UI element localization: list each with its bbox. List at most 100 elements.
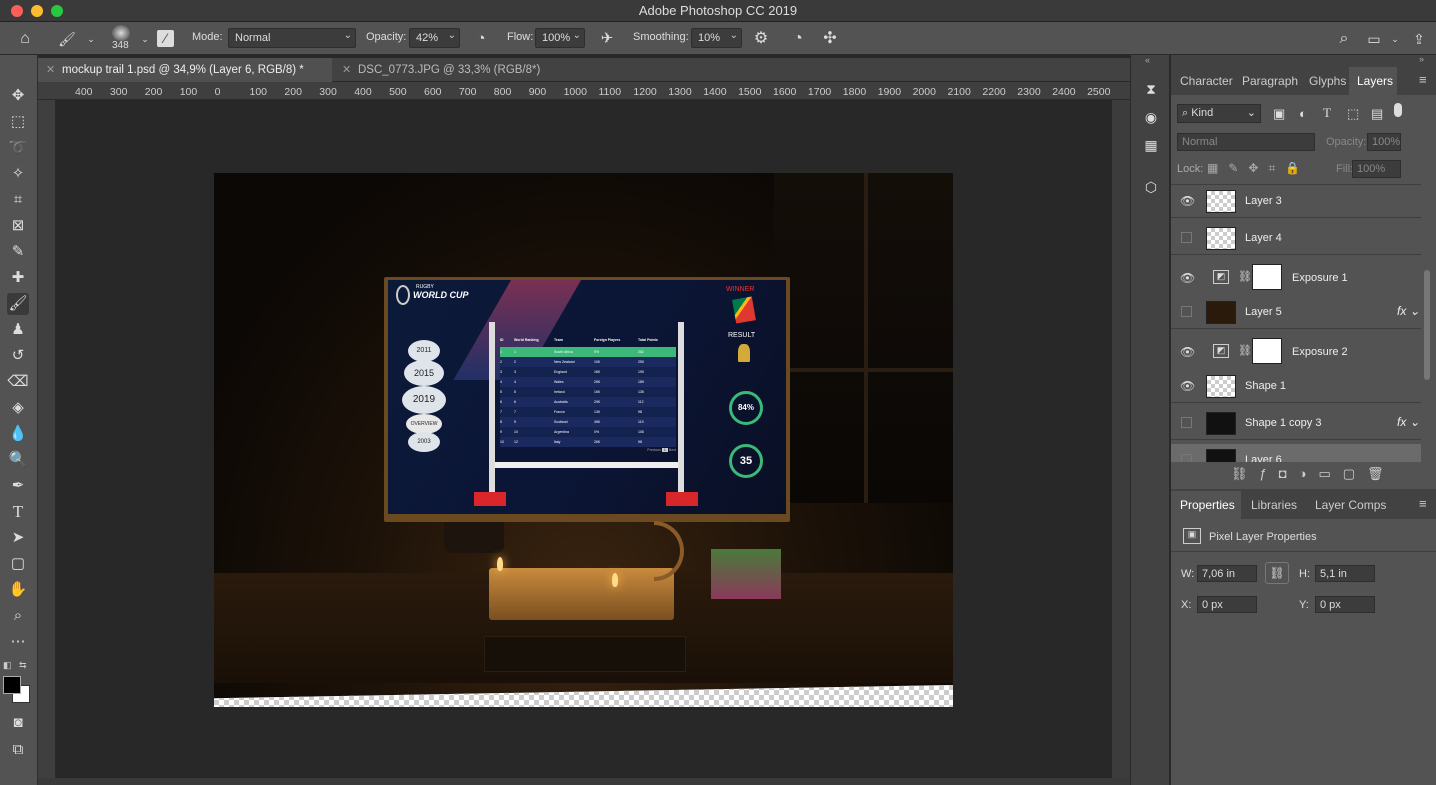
layer-thumbnail[interactable] xyxy=(1206,412,1236,435)
frame-tool-icon[interactable]: ⊠ xyxy=(7,215,29,237)
tab-mockup[interactable]: ✕ mockup trail 1.psd @ 34,9% (Layer 6, R… xyxy=(38,58,332,82)
document-canvas[interactable]: RUGBY WORLD CUP 2011 2015 2019 OVERVIEW … xyxy=(214,173,953,707)
home-icon[interactable]: ⌂ xyxy=(14,28,36,50)
type-filter-icon[interactable]: T xyxy=(1323,105,1331,121)
screen-mode-icon[interactable]: ⧉ xyxy=(7,739,29,761)
type-tool-icon[interactable]: T xyxy=(7,501,29,523)
brush-preview-icon[interactable] xyxy=(112,25,130,41)
blend-mode-select[interactable]: Normal xyxy=(1177,133,1315,151)
layer-opacity-field[interactable]: 100% xyxy=(1367,133,1401,151)
mode-select[interactable]: Normal ⌄ xyxy=(228,28,356,48)
link-icon[interactable]: ⛓ xyxy=(1238,270,1252,283)
visibility-toggle[interactable] xyxy=(1181,454,1192,462)
link-icon[interactable]: ⛓ xyxy=(1238,344,1252,357)
chevron-down-icon[interactable]: ⌄ xyxy=(1384,28,1406,50)
layer-row[interactable]: 👁 ◩ ⛓ Exposure 2 xyxy=(1171,333,1421,371)
link-dimensions-icon[interactable]: ⛓ xyxy=(1265,562,1289,584)
visibility-toggle[interactable] xyxy=(1181,232,1192,243)
lock-icons[interactable]: ▦✎✥⌗🔒 xyxy=(1207,161,1310,176)
tab-dsc[interactable]: ✕ DSC_0773.JPG @ 33,3% (RGB/8*) xyxy=(334,58,564,82)
marquee-tool-icon[interactable]: ⬚ xyxy=(7,111,29,133)
lasso-tool-icon[interactable]: ➰ xyxy=(7,137,29,159)
shape-filter-icon[interactable]: ⬚ xyxy=(1347,106,1359,122)
pressure-size-icon[interactable]: ◔ xyxy=(787,28,809,50)
panel-menu-icon[interactable]: ≡ xyxy=(1419,496,1427,511)
stamp-tool-icon[interactable]: ♟ xyxy=(7,319,29,341)
width-field[interactable]: 7,06 in xyxy=(1197,565,1257,582)
eyedropper-tool-icon[interactable]: ✎ xyxy=(7,241,29,263)
brush-tool-icon[interactable]: 🖌 xyxy=(7,293,29,315)
workspace-icon[interactable]: ▭ xyxy=(1363,28,1385,50)
layer-thumbnail[interactable] xyxy=(1206,190,1236,213)
filter-toggle[interactable] xyxy=(1394,103,1402,117)
layer-row[interactable]: Layer 4 xyxy=(1171,222,1421,255)
flow-field[interactable]: 100% ⌄ xyxy=(535,28,585,48)
swatches-icon[interactable]: ▦ xyxy=(1141,135,1161,155)
default-colors-icon[interactable]: ◧ xyxy=(3,660,12,671)
tab-character[interactable]: Character xyxy=(1180,74,1233,88)
x-field[interactable]: 0 px xyxy=(1197,596,1257,613)
zoom-tool-icon[interactable]: ⌕ xyxy=(7,605,29,627)
smoothing-field[interactable]: 10% ⌄ xyxy=(691,28,742,48)
pixel-filter-icon[interactable]: ▣ xyxy=(1273,106,1285,122)
search-icon[interactable]: ⌕ xyxy=(1333,28,1355,50)
quick-mask-icon[interactable]: ◙ xyxy=(7,712,29,734)
layer-mask-thumbnail[interactable] xyxy=(1252,338,1282,364)
y-field[interactable]: 0 px xyxy=(1315,596,1375,613)
eye-icon[interactable]: 👁 xyxy=(1180,195,1195,207)
collapse-icon[interactable]: « xyxy=(1145,55,1150,65)
layer-name[interactable]: Layer 4 xyxy=(1245,232,1282,244)
layers-scrollbar[interactable] xyxy=(1424,270,1430,380)
layer-thumbnail[interactable] xyxy=(1206,375,1236,398)
foreground-color-swatch[interactable] xyxy=(3,676,21,694)
paint-bucket-tool-icon[interactable]: ◈ xyxy=(7,397,29,419)
airbrush-icon[interactable]: ✈ xyxy=(596,28,618,50)
layer-mask-thumbnail[interactable] xyxy=(1252,264,1282,290)
layer-row[interactable]: Layer 6 xyxy=(1171,444,1421,462)
healing-brush-tool-icon[interactable]: ✚ xyxy=(7,267,29,289)
more-tools-icon[interactable]: ⋯ xyxy=(7,631,29,653)
layer-row[interactable]: 👁 Shape 1 xyxy=(1171,370,1421,403)
pressure-opacity-icon[interactable]: ◔ xyxy=(470,28,492,50)
symmetry-icon[interactable]: ✣ xyxy=(819,28,841,50)
vertical-scrollbar[interactable] xyxy=(1112,100,1130,778)
layer-row[interactable]: 👁 ◩ ⛓ Exposure 1 xyxy=(1171,259,1421,297)
layer-thumbnail[interactable] xyxy=(1206,301,1236,324)
gear-icon[interactable]: ⚙ xyxy=(750,28,772,50)
fill-field[interactable]: 100% xyxy=(1352,160,1401,178)
layer-effects-icon[interactable]: fx ⌄ xyxy=(1397,304,1420,318)
layer-row[interactable]: 👁 Layer 3 xyxy=(1171,185,1421,218)
tab-paragraph[interactable]: Paragraph xyxy=(1242,74,1298,88)
layer-name[interactable]: Layer 3 xyxy=(1245,195,1282,207)
close-icon[interactable]: ✕ xyxy=(46,63,55,76)
smartobject-filter-icon[interactable]: ▤ xyxy=(1371,106,1383,122)
eye-icon[interactable]: 👁 xyxy=(1180,272,1195,284)
swap-colors-icon[interactable]: ⇆ xyxy=(19,660,27,671)
tab-libraries[interactable]: Libraries xyxy=(1251,498,1297,512)
eraser-tool-icon[interactable]: ⌫ xyxy=(7,371,29,393)
layer-name[interactable]: Exposure 1 xyxy=(1292,272,1348,284)
tab-layer-comps[interactable]: Layer Comps xyxy=(1315,498,1386,512)
chevron-down-icon[interactable]: ⌄ xyxy=(80,28,102,50)
layer-row[interactable]: Layer 5 fx ⌄ xyxy=(1171,296,1421,329)
layer-name[interactable]: Shape 1 copy 3 xyxy=(1245,417,1321,429)
tab-layers[interactable]: Layers xyxy=(1357,74,1393,88)
layer-thumbnail[interactable] xyxy=(1206,227,1236,250)
filter-kind-select[interactable]: ⌕ Kind ⌄ xyxy=(1177,104,1261,123)
layer-name[interactable]: Layer 6 xyxy=(1245,454,1282,462)
shape-tool-icon[interactable]: ▢ xyxy=(7,553,29,575)
path-selection-tool-icon[interactable]: ➤ xyxy=(7,527,29,549)
brush-picker-chevron-icon[interactable]: ⌄ xyxy=(134,28,156,50)
layer-actions[interactable]: ⛓ƒ◘◑▭▢🗑 xyxy=(1231,466,1396,482)
tab-properties[interactable]: Properties xyxy=(1180,498,1235,512)
opacity-field[interactable]: 42% ⌄ xyxy=(409,28,460,48)
3d-icon[interactable]: ⬡ xyxy=(1141,177,1161,197)
visibility-toggle[interactable] xyxy=(1181,417,1192,428)
tab-glyphs[interactable]: Glyphs xyxy=(1309,74,1346,88)
move-tool-icon[interactable]: ✥ xyxy=(7,85,29,107)
pen-tool-icon[interactable]: ✒ xyxy=(7,475,29,497)
visibility-toggle[interactable] xyxy=(1181,306,1192,317)
layer-row[interactable]: Shape 1 copy 3 fx ⌄ xyxy=(1171,407,1421,440)
layer-name[interactable]: Layer 5 xyxy=(1245,306,1282,318)
height-field[interactable]: 5,1 in xyxy=(1315,565,1375,582)
